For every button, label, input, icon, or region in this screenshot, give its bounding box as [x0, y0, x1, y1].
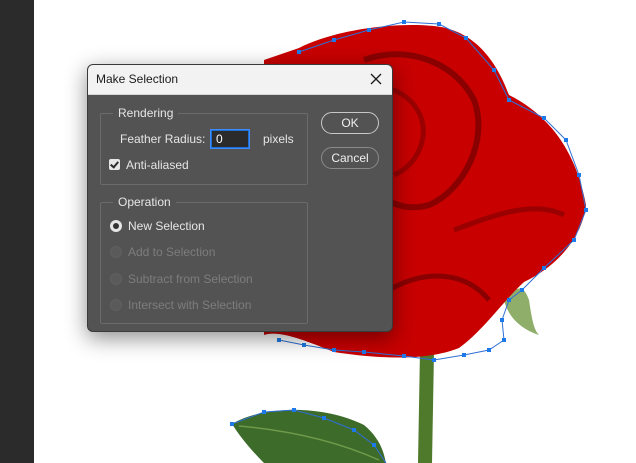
anti-aliased-label[interactable]: Anti-aliased [126, 158, 189, 172]
close-icon[interactable] [366, 69, 386, 89]
operation-legend: Operation [113, 195, 176, 209]
add-to-selection-label: Add to Selection [128, 245, 216, 259]
new-selection-label[interactable]: New Selection [128, 219, 205, 233]
new-selection-radio[interactable] [110, 220, 122, 232]
rose-stem [418, 350, 434, 463]
feather-radius-label: Feather Radius: [120, 132, 206, 146]
subtract-from-selection-label: Subtract from Selection [128, 272, 253, 286]
intersect-with-selection-radio [110, 299, 122, 311]
anti-aliased-checkbox[interactable] [109, 159, 120, 170]
make-selection-dialog: Make Selection Rendering Feather Radius:… [87, 64, 393, 332]
cancel-button[interactable]: Cancel [321, 147, 379, 169]
left-panel-edge [0, 0, 34, 463]
add-to-selection-radio [110, 246, 122, 258]
subtract-from-selection-radio [110, 273, 122, 285]
feather-unit-label: pixels [263, 132, 294, 146]
feather-radius-input[interactable] [210, 129, 250, 149]
operation-group: Operation New Selection Add to Selection… [100, 195, 308, 324]
intersect-with-selection-label: Intersect with Selection [128, 298, 252, 312]
rendering-legend: Rendering [113, 106, 179, 120]
dialog-title: Make Selection [96, 72, 179, 86]
rendering-group: Rendering Feather Radius: pixels Anti-al… [100, 106, 308, 185]
ok-button[interactable]: OK [321, 112, 379, 134]
dialog-titlebar[interactable]: Make Selection [88, 65, 392, 95]
